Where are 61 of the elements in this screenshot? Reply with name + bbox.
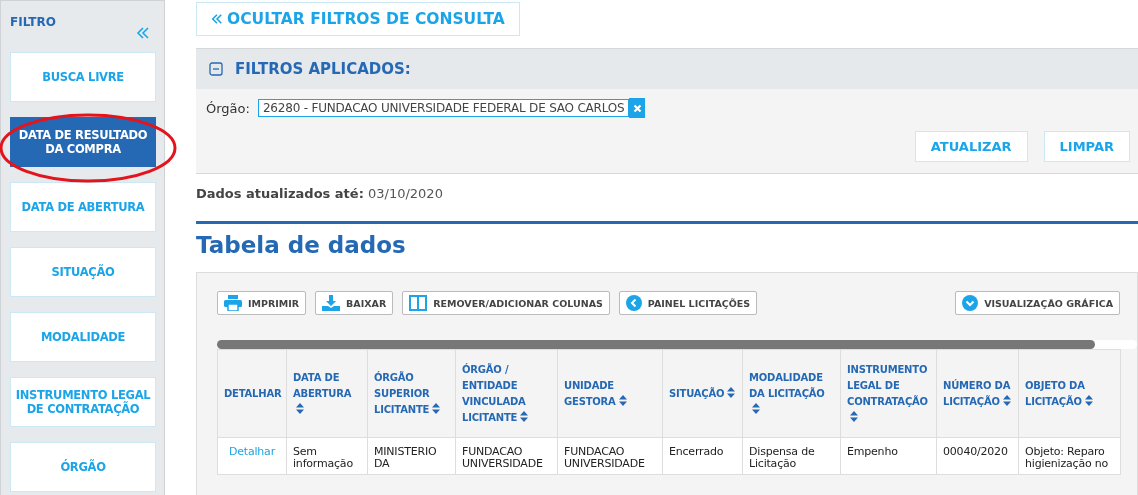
remove-filter-button[interactable] <box>629 98 646 118</box>
column-header[interactable]: MODALIDADE DA LICITAÇÃO <box>742 349 841 438</box>
column-header[interactable]: INSTRUMENTO LEGAL DE CONTRATAÇÃO <box>840 349 937 438</box>
horizontal-scrollbar[interactable] <box>217 340 1095 349</box>
table-cell: FUNDACAO UNIVERSIDADE <box>455 437 558 475</box>
column-header[interactable]: DETALHAR <box>217 349 287 438</box>
sort-icon <box>1002 394 1011 406</box>
filter-button[interactable]: BUSCA LIVRE <box>10 52 156 102</box>
sort-icon <box>1084 394 1093 406</box>
collapse-icon[interactable] <box>136 27 150 39</box>
sort-icon <box>727 386 736 398</box>
filter-button[interactable]: MODALIDADE <box>10 312 156 362</box>
sort-icon <box>296 402 304 414</box>
sort-icon <box>432 402 441 414</box>
printer-icon <box>224 295 242 311</box>
sort-icon <box>618 394 627 406</box>
filter-button[interactable]: DATA DE ABERTURA <box>10 182 156 232</box>
toolbar-button[interactable]: BAIXAR <box>315 291 394 315</box>
table-cell: Empenho <box>840 437 937 475</box>
sort-icon <box>850 410 858 422</box>
toolbar-button[interactable]: VISUALIZAÇÃO GRÁFICA <box>955 291 1120 315</box>
column-header[interactable]: ÓRGÃO / ENTIDADE VINCULADA LICITANTE <box>455 349 558 438</box>
filter-action-button[interactable]: LIMPAR <box>1043 131 1130 162</box>
column-header[interactable]: NÚMERO DA LICITAÇÃO <box>936 349 1019 438</box>
sort-icon <box>752 402 760 414</box>
sort-icon <box>520 410 529 422</box>
columns-icon <box>409 295 428 311</box>
filter-button[interactable]: ÓRGÃO <box>10 442 156 492</box>
table-title: Tabela de dados <box>196 232 407 258</box>
table-cell: MINISTERIO DA <box>367 437 456 475</box>
filter-button[interactable]: SITUAÇÃO <box>10 247 156 297</box>
column-header[interactable]: OBJETO DA LICITAÇÃO <box>1018 349 1121 438</box>
collapse-box-icon[interactable] <box>209 62 223 76</box>
table-cell: Encerrado <box>662 437 743 475</box>
toolbar-button[interactable]: REMOVER/ADICIONAR COLUNAS <box>402 291 610 315</box>
table-cell: FUNDACAO UNIVERSIDADE <box>557 437 663 475</box>
filter-chip: 26280 - FUNDACAO UNIVERSIDADE FEDERAL DE SAO CARLOS <box>257 99 630 117</box>
toolbar-button[interactable]: IMPRIMIR <box>217 291 307 315</box>
filter-label: Órgão: <box>206 100 250 116</box>
close-icon <box>633 103 642 113</box>
download-icon <box>322 295 341 311</box>
hide-filters-button[interactable]: OCULTAR FILTROS DE CONSULTA <box>196 2 520 36</box>
table-cell: 00040/2020 <box>936 437 1019 475</box>
column-header[interactable]: DATA DE ABERTURA <box>286 349 368 438</box>
table-cell: Sem informação <box>286 437 368 475</box>
last-updated-text: Dados atualizados até: 03/10/2020 <box>196 186 444 201</box>
filter-button[interactable]: DATA DE RESULTADO DA COMPRA <box>10 117 156 167</box>
double-chevron-icon <box>211 13 223 25</box>
filter-button[interactable]: INSTRUMENTO LEGAL DE CONTRATAÇÃO <box>10 377 156 427</box>
column-header[interactable]: SITUAÇÃO <box>662 349 743 438</box>
filter-action-button[interactable]: ATUALIZAR <box>914 131 1028 162</box>
left-chevron-icon <box>625 295 642 311</box>
toolbar-button[interactable]: PAINEL LICITAÇÕES <box>618 291 758 315</box>
column-header[interactable]: UNIDADE GESTORA <box>557 349 663 438</box>
column-header[interactable]: ÓRGÃO SUPERIOR LICITANTE <box>367 349 456 438</box>
sidebar-title: FILTRO <box>10 15 56 29</box>
down-chevron-icon <box>962 295 979 311</box>
table-cell: Objeto: Reparo higienização no <box>1018 437 1121 475</box>
filters-title: FILTROS APLICADOS: <box>235 60 411 78</box>
table-cell: Dispensa de Licitação <box>742 437 841 475</box>
detail-link[interactable]: Detalhar <box>217 437 287 475</box>
